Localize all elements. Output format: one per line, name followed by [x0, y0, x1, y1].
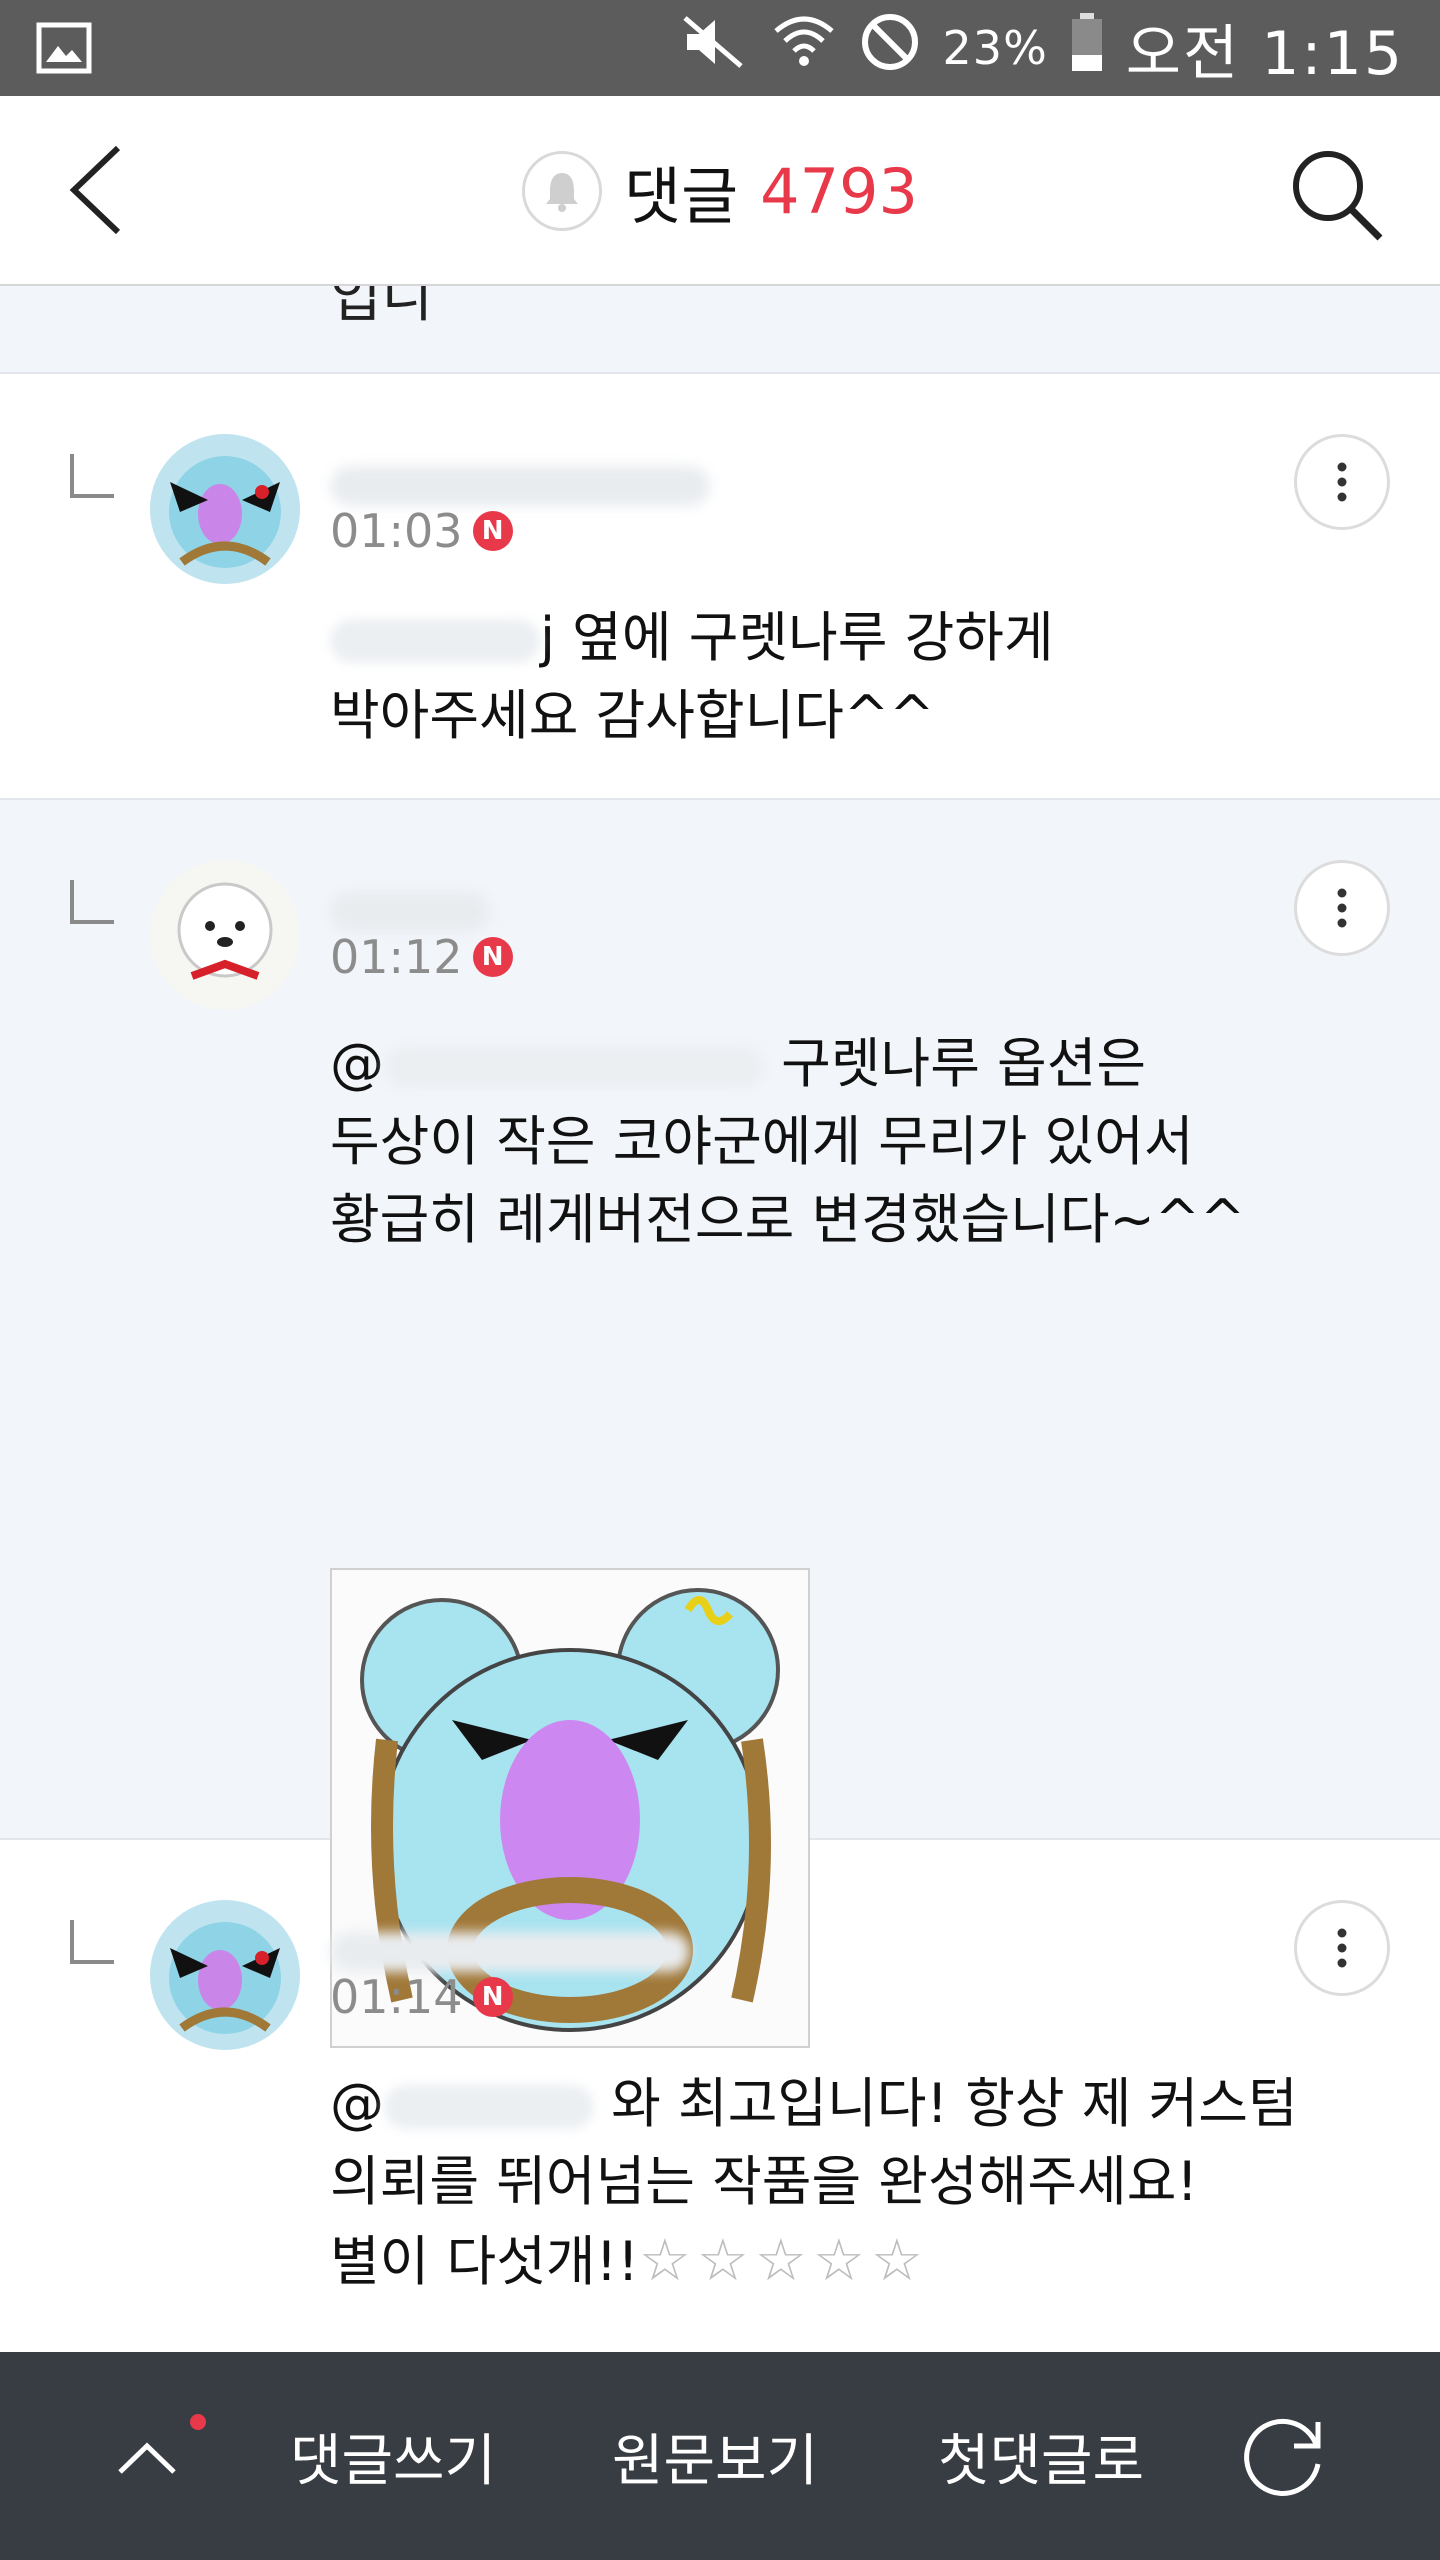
- first-comment-button[interactable]: 첫댓글로: [938, 2352, 1144, 2560]
- scroll-top-button[interactable]: [112, 2428, 182, 2488]
- list-item: 01:14 N @ 와 최고입니다! 항상 제 커스텀 의뢰를 뛰어넘는 작품을…: [0, 1840, 1440, 2352]
- comment-text: @ 구렛나루 옵션은 두상이 작은 코야군에게 무리가 있어서 황급히 레게버전…: [330, 1025, 1330, 1259]
- mention[interactable]: j: [330, 599, 555, 677]
- chevron-up-icon: [118, 2442, 176, 2474]
- mention[interactable]: @: [330, 1025, 764, 1103]
- nickname: [330, 466, 710, 506]
- comment-text: j 옆에 구렛나루 강하게 박아주세요 감사합니다^^: [330, 599, 1330, 755]
- list-item: 01:12 N @ 구렛나루 옵션은 두상이 작은 코야군에게 무리가 있어서 …: [0, 800, 1440, 2048]
- search-icon: [1293, 151, 1383, 241]
- list-item: 01:03 N j 옆에 구렛나루 강하게 박아주세요 감사합니다^^: [0, 374, 1440, 800]
- bottom-toolbar: 댓글쓰기 원문보기 첫댓글로: [0, 2352, 1440, 2560]
- reply-indent-icon: [70, 454, 114, 498]
- page-title: 댓글: [624, 160, 739, 233]
- more-options-button[interactable]: [1294, 860, 1390, 956]
- battery-percent: 23%: [942, 21, 1048, 75]
- comment-text: 입니: [330, 286, 434, 330]
- status-bar: 23% 오전 1:15: [0, 0, 1440, 96]
- avatar[interactable]: [150, 434, 300, 584]
- reply-indent-icon: [70, 880, 114, 924]
- timestamp: 01:03: [330, 504, 463, 558]
- header: 댓글 4793: [0, 96, 1440, 286]
- timestamp: 01:12: [330, 930, 463, 984]
- notification-dot: [190, 2414, 206, 2430]
- nickname: [330, 892, 490, 932]
- mute-icon: [679, 12, 749, 85]
- star-rating: ☆☆☆☆☆: [638, 2226, 929, 2294]
- comment-count: 4793: [760, 154, 918, 228]
- more-options-button[interactable]: [1294, 1900, 1390, 1996]
- timestamp: 01:14: [330, 1970, 463, 2024]
- mention[interactable]: @: [330, 2065, 594, 2143]
- refresh-icon: [1244, 2418, 1321, 2496]
- nickname: [330, 1932, 690, 1972]
- more-options-button[interactable]: [1294, 434, 1390, 530]
- block-icon: [859, 11, 921, 86]
- more-vertical-icon: [1337, 462, 1347, 502]
- new-badge: N: [472, 1977, 513, 2017]
- comment-text: @ 와 최고입니다! 항상 제 커스텀 의뢰를 뛰어넘는 작품을 완성해주세요!…: [330, 2065, 1330, 2301]
- list-item: 입니: [0, 286, 1440, 374]
- view-original-button[interactable]: 원문보기: [612, 2352, 818, 2560]
- gallery-icon: [36, 22, 92, 74]
- comment-list[interactable]: 입니 01:03 N j 옆에 구렛나루 강하게 박아주세요 감사합니다^^ 0…: [0, 286, 1440, 2352]
- notification-toggle[interactable]: [522, 151, 603, 231]
- battery-icon: [1070, 11, 1104, 86]
- bell-icon: [546, 173, 579, 212]
- clock: 오전 1:15: [1125, 18, 1404, 89]
- more-vertical-icon: [1337, 1928, 1347, 1968]
- search-button[interactable]: [1282, 140, 1392, 250]
- avatar[interactable]: [150, 1900, 300, 2050]
- wifi-icon: [771, 9, 837, 88]
- avatar[interactable]: [150, 860, 300, 1010]
- new-badge: N: [472, 511, 513, 551]
- reply-indent-icon: [70, 1920, 114, 1964]
- refresh-button[interactable]: [1238, 2410, 1330, 2502]
- more-vertical-icon: [1337, 888, 1347, 928]
- write-comment-button[interactable]: 댓글쓰기: [290, 2352, 496, 2560]
- new-badge: N: [472, 937, 513, 977]
